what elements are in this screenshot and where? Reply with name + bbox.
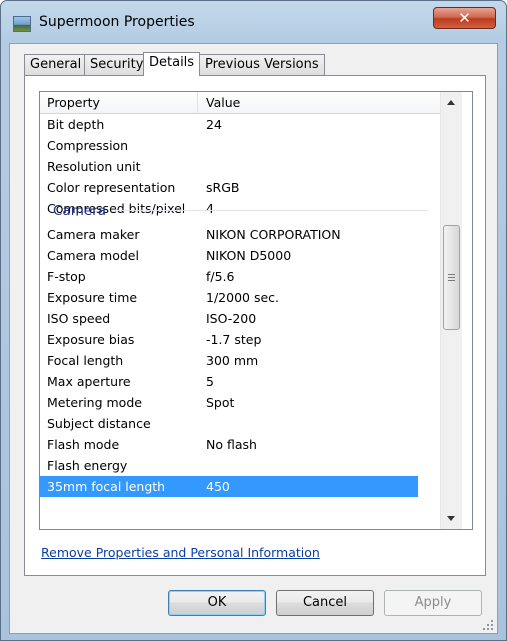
details-panel: Property Value Bit depth 24 Compression … xyxy=(24,75,486,576)
property-name: Camera model xyxy=(47,248,139,263)
property-value: No flash xyxy=(206,437,257,452)
list-item[interactable]: Exposure bias -1.7 step xyxy=(40,329,418,350)
property-name: Exposure bias xyxy=(47,332,135,347)
close-button[interactable]: ✕ xyxy=(433,7,496,29)
property-name: ISO speed xyxy=(47,311,111,326)
list-item[interactable]: Subject distance xyxy=(40,413,418,434)
grip-icon xyxy=(448,274,455,275)
property-name: Exposure time xyxy=(47,290,138,305)
property-value: 450 xyxy=(206,479,230,494)
property-value: -1.7 step xyxy=(206,332,262,347)
column-divider[interactable] xyxy=(197,92,198,114)
tab-security[interactable]: Security xyxy=(84,54,150,75)
property-name: Camera maker xyxy=(47,227,140,242)
grip-icon xyxy=(448,280,455,281)
list-item[interactable]: Focal length 300 mm xyxy=(40,350,418,371)
window-title: Supermoon Properties xyxy=(39,14,195,30)
property-value: 4 xyxy=(206,201,214,216)
property-value: NIKON CORPORATION xyxy=(206,227,341,242)
tab-previous-versions[interactable]: Previous Versions xyxy=(199,54,325,75)
cancel-button[interactable]: Cancel xyxy=(276,590,374,616)
property-value: 1/2000 sec. xyxy=(206,290,279,305)
list-item[interactable]: Metering mode Spot xyxy=(40,392,418,413)
list-item[interactable]: Exposure time 1/2000 sec. xyxy=(40,287,418,308)
ok-button[interactable]: OK xyxy=(168,590,266,616)
property-value: ISO-200 xyxy=(206,311,257,326)
property-name: Subject distance xyxy=(47,416,151,431)
list-item[interactable]: F-stop f/5.6 xyxy=(40,266,418,287)
list-item[interactable]: Flash mode No flash xyxy=(40,434,418,455)
property-name: Bit depth xyxy=(47,117,105,132)
list-header: Property Value xyxy=(40,92,440,114)
group-divider xyxy=(114,210,428,211)
grip-icon xyxy=(448,277,455,278)
property-value: Spot xyxy=(206,395,235,410)
tab-general[interactable]: General xyxy=(24,54,88,75)
vertical-scrollbar[interactable] xyxy=(440,92,462,529)
property-name: Flash energy xyxy=(47,458,128,473)
property-list[interactable]: Property Value Bit depth 24 Compression … xyxy=(39,91,473,530)
list-item-selected[interactable]: 35mm focal length 450 xyxy=(40,476,418,497)
image-file-icon xyxy=(13,16,31,32)
property-name: Color representation xyxy=(47,180,176,195)
property-name: Resolution unit xyxy=(47,159,141,174)
property-name: 35mm focal length xyxy=(47,479,166,494)
list-item[interactable]: Compression xyxy=(40,135,418,156)
group-header-camera: Camera xyxy=(53,203,106,219)
apply-button[interactable]: Apply xyxy=(384,590,482,616)
property-name: Flash mode xyxy=(47,437,120,452)
close-icon: ✕ xyxy=(458,9,471,27)
property-value: sRGB xyxy=(206,180,240,195)
column-header-value[interactable]: Value xyxy=(206,95,240,110)
property-name: Metering mode xyxy=(47,395,142,410)
property-value: NIKON D5000 xyxy=(206,248,292,263)
list-item[interactable]: Flash energy xyxy=(40,455,418,476)
scroll-thumb[interactable] xyxy=(443,225,460,330)
list-item[interactable]: Camera maker NIKON CORPORATION xyxy=(40,224,418,245)
property-value: 5 xyxy=(206,374,214,389)
property-name: Focal length xyxy=(47,353,124,368)
property-value: 24 xyxy=(206,117,222,132)
list-item[interactable]: Color representation sRGB xyxy=(40,177,418,198)
list-item[interactable]: Bit depth 24 xyxy=(40,114,418,135)
property-name: Max aperture xyxy=(47,374,131,389)
scroll-up-arrow-icon[interactable] xyxy=(447,100,455,105)
remove-properties-link[interactable]: Remove Properties and Personal Informati… xyxy=(41,545,320,560)
properties-window: Supermoon Properties ✕ General Security … xyxy=(0,0,507,641)
list-item[interactable]: Max aperture 5 xyxy=(40,371,418,392)
resize-grip-icon[interactable] xyxy=(483,620,493,630)
property-name: F-stop xyxy=(47,269,86,284)
tab-details[interactable]: Details xyxy=(143,52,201,76)
list-item[interactable]: Camera model NIKON D5000 xyxy=(40,245,418,266)
list-item[interactable]: ISO speed ISO-200 xyxy=(40,308,418,329)
dialog-client: General Security Details Previous Versio… xyxy=(9,43,498,634)
property-name: Compression xyxy=(47,138,129,153)
list-item[interactable]: Resolution unit xyxy=(40,156,418,177)
title-bar[interactable]: Supermoon Properties ✕ xyxy=(1,1,506,43)
column-header-property[interactable]: Property xyxy=(47,95,100,110)
property-value: 300 mm xyxy=(206,353,259,368)
scroll-down-arrow-icon[interactable] xyxy=(447,516,455,521)
property-value: f/5.6 xyxy=(206,269,235,284)
